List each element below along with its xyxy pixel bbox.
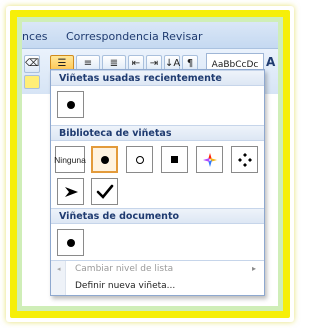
define-new-bullet-item[interactable]: Definir nueva viñeta... [51,278,264,294]
bullet-arrowhead[interactable] [57,178,84,205]
bullet-hollow-circle[interactable] [126,146,153,173]
bullet-square[interactable] [161,146,188,173]
filled-circle-bullet-icon [66,100,75,109]
tab-revisar[interactable]: Revisar [162,30,202,43]
none-label: Ninguna [54,154,86,165]
change-list-level-label: Cambiar nivel de lista [75,264,174,274]
arrowhead-bullet-icon [64,186,78,197]
style-letter: A [266,55,276,69]
hollow-circle-bullet-icon [135,155,144,164]
bullet-none[interactable]: Ninguna [54,146,86,173]
four-diamond-colored-bullet-icon [202,152,217,167]
bullet-checkmark[interactable] [91,178,118,205]
list-level-icon: ◂ [57,265,61,273]
bullets-dropdown: Viñetas usadas recientemente Biblioteca … [50,69,265,296]
bullet-library-header: Biblioteca de viñetas [51,125,264,141]
bullet-filled-circle[interactable] [91,146,118,173]
submenu-arrow-icon: ▸ [251,264,256,273]
recent-bullets-header: Viñetas usadas recientemente [51,70,264,86]
bullet-diamonds[interactable] [231,146,258,173]
document-filled-circle-bullet[interactable] [57,229,84,256]
dropdown-bottom-menu: ◂ Cambiar nivel de lista ▸ Definir nueva… [51,260,264,295]
menu-bar: nces Correspondencia Revisar [22,22,278,48]
highlight-icon[interactable] [24,75,40,89]
filled-circle-bullet-icon [66,238,75,247]
checkmark-bullet-icon [96,184,113,199]
define-new-bullet-label: Definir nueva viñeta... [75,281,176,291]
recent-filled-circle-bullet[interactable] [57,91,84,118]
document-bullets-header: Viñetas de documento [51,208,264,224]
bullet-colored-diamond[interactable] [196,146,223,173]
tab-correspondencia[interactable]: Correspondencia [66,30,159,43]
tab-references[interactable]: nces [22,30,48,43]
filled-circle-bullet-icon [100,155,109,164]
change-list-level-item[interactable]: ◂ Cambiar nivel de lista ▸ [51,261,264,277]
four-diamond-bullet-icon [237,152,252,167]
clear-format-icon[interactable]: ⌫ [24,55,40,73]
square-bullet-icon [171,156,178,163]
